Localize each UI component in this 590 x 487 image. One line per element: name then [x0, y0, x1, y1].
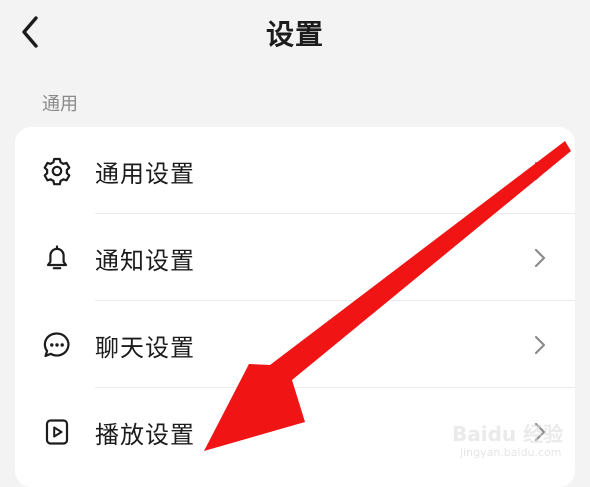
- settings-item-notification[interactable]: 通知设置: [15, 214, 575, 300]
- play-box-icon: [45, 419, 69, 445]
- page-title: 设置: [265, 18, 324, 51]
- settings-item-label: 通知设置: [95, 247, 195, 275]
- gear-icon: [43, 157, 71, 186]
- settings-item-label: 通用设置: [95, 160, 195, 188]
- settings-item-general[interactable]: 通用设置: [15, 127, 575, 213]
- settings-card: 通用设置 通知设置 聊天设置 播放设置: [15, 127, 575, 487]
- chevron-right-icon: [534, 422, 546, 442]
- header: 设置: [0, 0, 590, 70]
- settings-item-playback[interactable]: 播放设置: [15, 388, 575, 474]
- settings-item-label: 播放设置: [95, 421, 195, 449]
- section-label: 通用: [42, 94, 78, 115]
- settings-item-label: 聊天设置: [95, 334, 195, 362]
- bell-icon: [46, 245, 68, 270]
- chevron-right-icon: [534, 248, 546, 268]
- chevron-right-icon: [534, 335, 546, 355]
- settings-item-chat[interactable]: 聊天设置: [15, 301, 575, 387]
- chevron-right-icon: [534, 161, 546, 181]
- chat-bubble-icon: [43, 332, 70, 358]
